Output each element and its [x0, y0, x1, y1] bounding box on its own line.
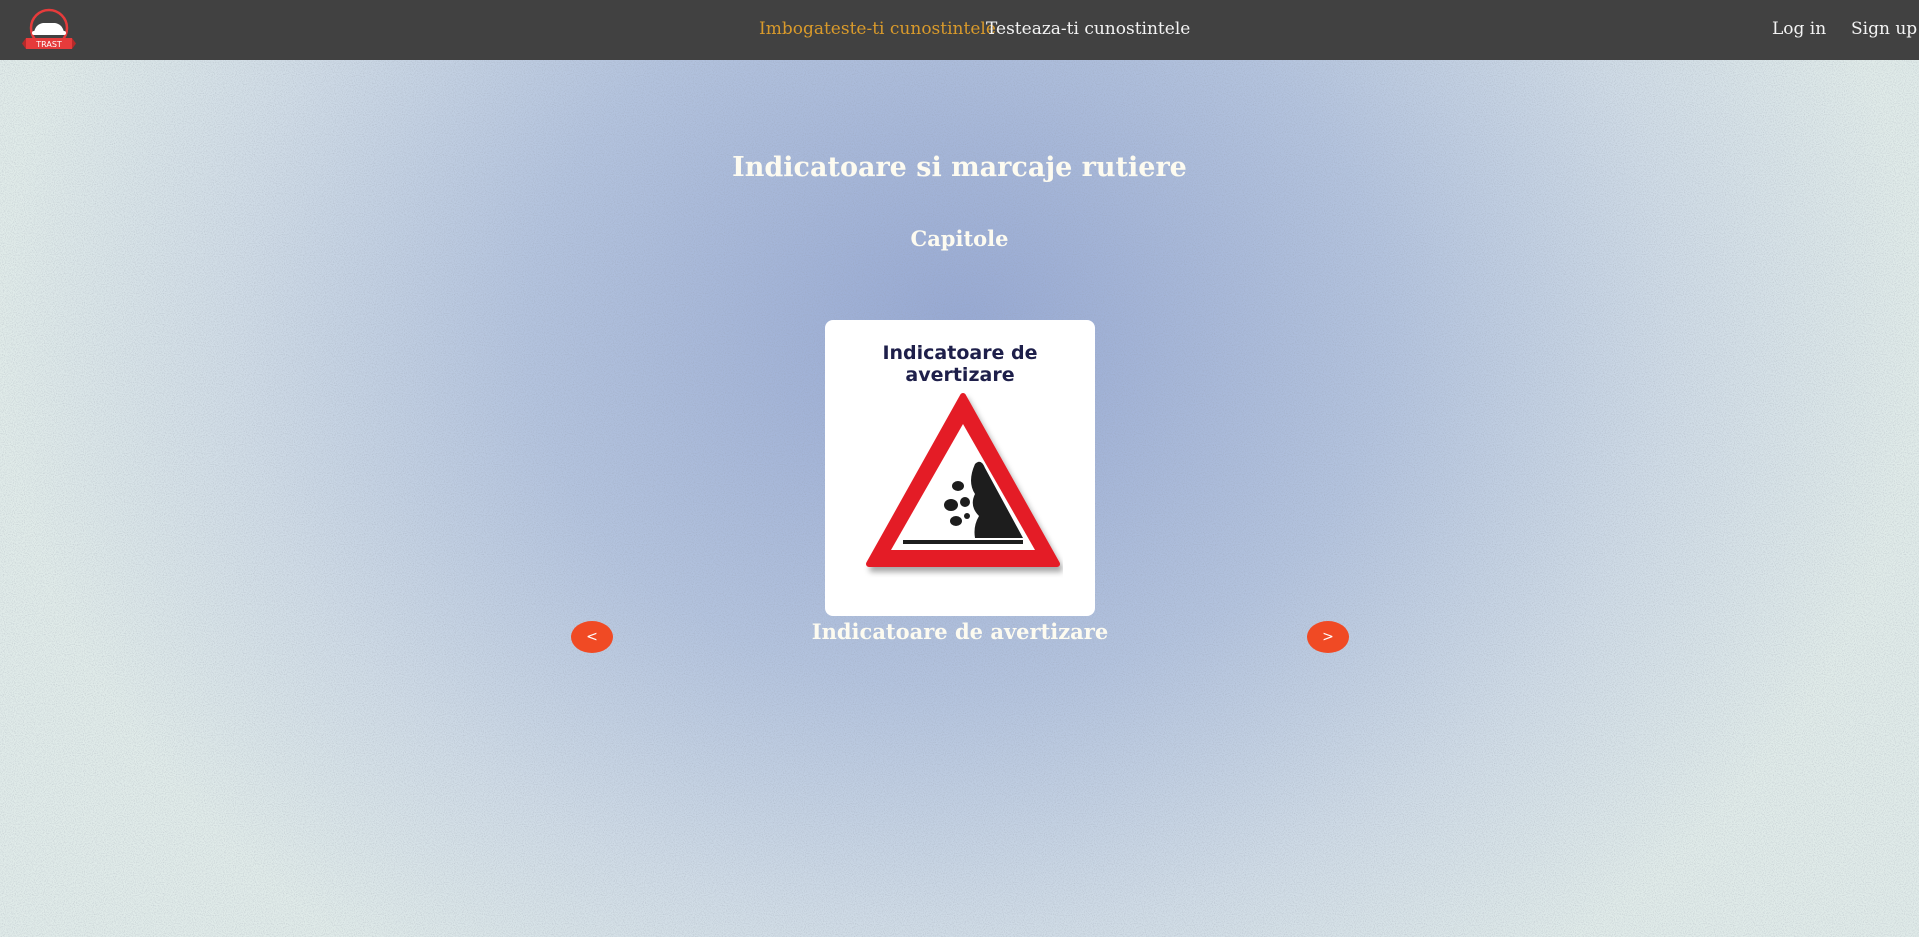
falling-rocks-sign-icon — [866, 393, 1060, 567]
card-caption: Indicatoare de avertizare — [811, 619, 1109, 644]
signup-link[interactable]: Sign up — [1851, 19, 1917, 39]
car-logo-icon: TRAST — [22, 8, 76, 49]
page-title: Indicatoare si marcaje rutiere — [732, 152, 1187, 183]
logo-text: TRAST — [35, 40, 62, 49]
previous-button[interactable]: < — [571, 621, 613, 653]
card-heading: Indicatoare de avertizare — [882, 342, 1038, 386]
next-button[interactable]: > — [1307, 621, 1349, 653]
login-link[interactable]: Log in — [1772, 19, 1826, 39]
trast-logo[interactable]: TRAST — [22, 8, 76, 52]
top-navbar: TRAST Imbogateste-ti cunostintele Testea… — [0, 0, 1919, 60]
nav-link-learn[interactable]: Imbogateste-ti cunostintele — [759, 19, 996, 39]
nav-link-test[interactable]: Testeaza-ti cunostintele — [986, 19, 1190, 39]
chapter-card[interactable]: Indicatoare de avertizare — [825, 320, 1095, 616]
section-title: Capitole — [910, 226, 1009, 251]
